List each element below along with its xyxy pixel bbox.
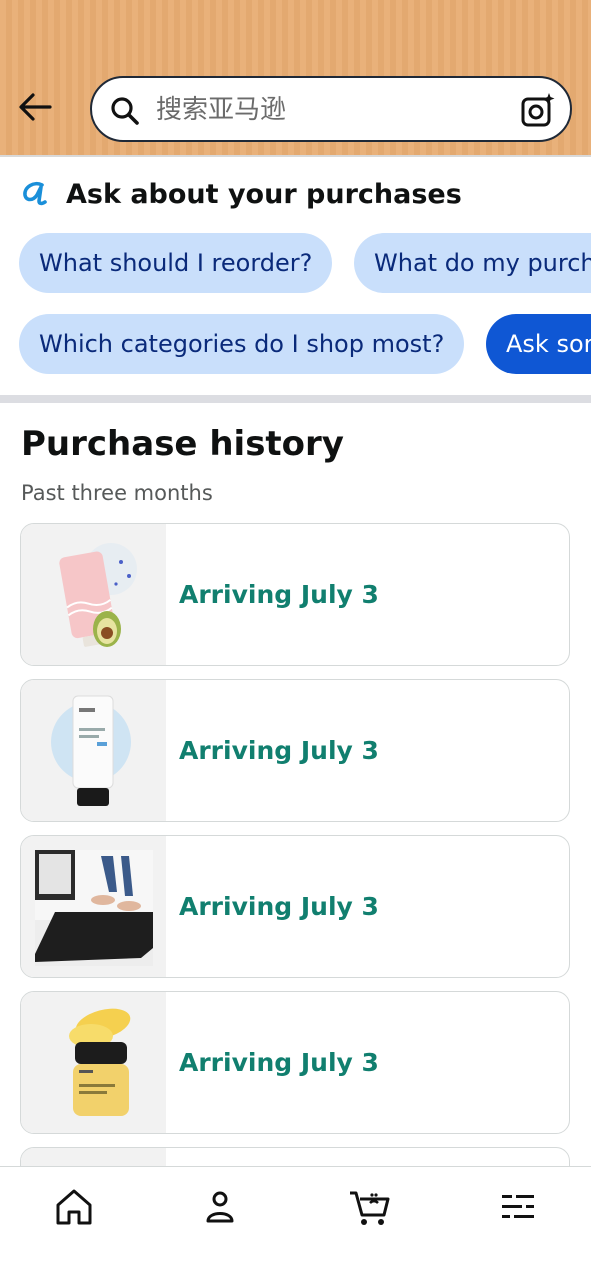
menu-icon[interactable] <box>496 1185 540 1229</box>
product-thumbnail <box>21 680 166 821</box>
order-status: Arriving July 3 <box>179 580 379 609</box>
home-icon[interactable] <box>52 1185 96 1229</box>
camera-lens-icon[interactable] <box>520 92 556 128</box>
purchase-history-subtitle: Past three months <box>21 481 213 505</box>
rufus-logo-icon <box>23 181 47 206</box>
order-card[interactable]: Arriving July 3 <box>20 835 570 978</box>
order-card[interactable]: Arriving July 3 <box>20 991 570 1134</box>
white-cleanser-tube-icon <box>51 695 131 806</box>
back-button[interactable] <box>14 86 56 128</box>
product-thumbnail <box>21 992 166 1133</box>
cart-icon[interactable] <box>348 1185 392 1229</box>
order-card[interactable]: Arriving July 3 <box>20 679 570 822</box>
ask-about-purchases-section: Ask about your purchases What should I r… <box>0 157 591 395</box>
chip-ask-something[interactable]: Ask something else <box>486 314 591 374</box>
order-card[interactable]: Arriving July 3 <box>20 523 570 666</box>
top-header <box>0 0 591 157</box>
search-icon <box>111 97 139 125</box>
section-divider <box>0 395 591 403</box>
purchase-history-title: Purchase history <box>21 424 344 464</box>
search-bar[interactable] <box>90 76 572 142</box>
pink-cleanser-tube-icon <box>59 543 137 647</box>
product-thumbnail <box>21 836 166 977</box>
ask-title: Ask about your purchases <box>66 179 462 210</box>
search-input[interactable] <box>156 92 516 128</box>
chip-reorder[interactable]: What should I reorder? <box>19 233 333 293</box>
account-icon[interactable] <box>198 1185 242 1229</box>
order-status: Arriving July 3 <box>179 736 379 765</box>
chip-categories[interactable]: Which categories do I shop most? <box>19 314 465 374</box>
chip-purchases-say[interactable]: What do my purchases say about me? <box>354 233 591 293</box>
back-arrow-icon <box>19 93 52 121</box>
order-status: Arriving July 3 <box>179 1048 379 1077</box>
black-floor-mat-icon <box>35 850 153 966</box>
product-thumbnail <box>21 524 166 665</box>
yellow-cream-jar-icon <box>69 1008 131 1116</box>
order-status: Arriving July 3 <box>179 892 379 921</box>
bottom-navigation <box>0 1166 591 1281</box>
